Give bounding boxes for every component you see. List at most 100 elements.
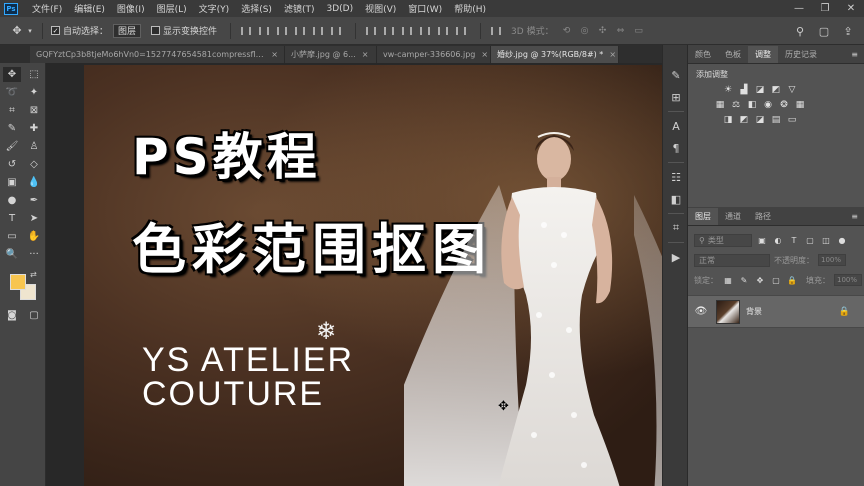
- menu-type[interactable]: 文字(Y): [199, 2, 230, 15]
- levels-icon[interactable]: ▟: [738, 84, 750, 95]
- align-center-icon[interactable]: [257, 25, 271, 37]
- restore-button[interactable]: ❐: [812, 0, 838, 17]
- dodge-tool-icon[interactable]: ●: [3, 193, 21, 208]
- crop-panel-icon[interactable]: ⌗: [663, 218, 689, 238]
- layer-row-background[interactable]: 👁 背景 🔒: [688, 295, 864, 328]
- blend-mode-dropdown[interactable]: 正常: [694, 253, 770, 267]
- close-button[interactable]: ✕: [838, 0, 864, 17]
- workspace-icon[interactable]: ▢: [816, 23, 832, 39]
- color-lookup-icon[interactable]: ▦: [794, 99, 806, 110]
- filter-toggle-icon[interactable]: ●: [836, 235, 848, 246]
- lock-paint-icon[interactable]: ✎: [738, 275, 750, 286]
- tab-history[interactable]: 历史记录: [778, 46, 824, 63]
- show-transform-checkbox[interactable]: [151, 26, 161, 35]
- distribute-top-icon[interactable]: [364, 25, 378, 37]
- hue-saturation-icon[interactable]: ▦: [714, 99, 726, 110]
- menu-edit[interactable]: 编辑(E): [74, 2, 105, 15]
- 3d-scale-icon[interactable]: ▭: [632, 25, 646, 37]
- zoom-tool-icon[interactable]: 🔍: [3, 247, 21, 262]
- align-right-icon[interactable]: [275, 25, 289, 37]
- properties-panel-icon[interactable]: ☷: [663, 167, 689, 187]
- curves-icon[interactable]: ◪: [754, 84, 766, 95]
- character-panel-icon[interactable]: A: [663, 116, 689, 136]
- menu-file[interactable]: 文件(F): [32, 2, 62, 15]
- pen-tool-icon[interactable]: ✒: [25, 193, 43, 208]
- hand-tool-icon[interactable]: ✋: [25, 229, 43, 244]
- quick-mask-icon[interactable]: ◙: [3, 308, 21, 323]
- panel-menu-icon[interactable]: ≡: [851, 50, 858, 59]
- layer-filter-dropdown[interactable]: ⚲ 类型: [694, 233, 752, 247]
- distribute-bottom-icon[interactable]: [400, 25, 414, 37]
- swap-colors-icon[interactable]: ⇄: [30, 270, 37, 279]
- paragraph-panel-icon[interactable]: ¶: [663, 138, 689, 158]
- clone-stamp-tool-icon[interactable]: ♙: [25, 139, 43, 154]
- blur-tool-icon[interactable]: 💧: [25, 175, 43, 190]
- tab-swatches[interactable]: 色板: [718, 46, 748, 63]
- chevron-down-icon[interactable]: ▾: [26, 24, 34, 38]
- libraries-panel-icon[interactable]: ◧: [663, 189, 689, 209]
- type-filter-icon[interactable]: T: [788, 235, 800, 246]
- align-bottom-icon[interactable]: [329, 25, 343, 37]
- align-left-icon[interactable]: [239, 25, 253, 37]
- exposure-icon[interactable]: ◩: [770, 84, 782, 95]
- opacity-field[interactable]: 100%: [818, 254, 846, 266]
- tab-adjustments[interactable]: 调整: [748, 46, 778, 63]
- 3d-roll-icon[interactable]: ◎: [578, 25, 592, 37]
- brush-tool-icon[interactable]: 🖌: [3, 139, 21, 154]
- auto-select-checkbox[interactable]: ✓: [51, 26, 60, 35]
- pixel-filter-icon[interactable]: ▣: [756, 235, 768, 246]
- brush-presets-icon[interactable]: ⊞: [663, 87, 689, 107]
- lock-position-icon[interactable]: ✥: [754, 275, 766, 286]
- type-tool-icon[interactable]: T: [3, 211, 21, 226]
- menu-image[interactable]: 图像(I): [117, 2, 145, 15]
- lasso-tool-icon[interactable]: ➰: [3, 85, 21, 100]
- history-brush-tool-icon[interactable]: ↺: [3, 157, 21, 172]
- vibrance-icon[interactable]: ▽: [786, 84, 798, 95]
- tab-color[interactable]: 颜色: [688, 46, 718, 63]
- tab-document-2[interactable]: 小萨摩.jpg @ 6... ×: [285, 46, 377, 63]
- close-icon[interactable]: ×: [609, 50, 616, 59]
- panel-menu-icon[interactable]: ≡: [851, 212, 858, 221]
- menu-window[interactable]: 窗口(W): [408, 2, 442, 15]
- screen-mode-icon[interactable]: ▢: [25, 308, 43, 323]
- actions-panel-icon[interactable]: ▶: [663, 247, 689, 267]
- auto-select-target-dropdown[interactable]: 图层: [113, 23, 142, 38]
- 3d-orbit-icon[interactable]: ⟲: [560, 25, 574, 37]
- tab-document-1[interactable]: GQFYztCp3b8tjeMo6hVn0=1527747654581compr…: [30, 46, 285, 63]
- color-balance-icon[interactable]: ⚖: [730, 99, 742, 110]
- crop-tool-icon[interactable]: ⌗: [3, 103, 21, 118]
- gradient-map-icon[interactable]: ▭: [786, 114, 798, 125]
- distribute-center-icon[interactable]: [436, 25, 450, 37]
- lock-artboard-icon[interactable]: ▢: [770, 275, 782, 286]
- eyedropper-tool-icon[interactable]: ✎: [3, 121, 21, 136]
- brush-settings-icon[interactable]: ✎: [663, 65, 689, 85]
- marquee-tool-icon[interactable]: ⬚: [25, 67, 43, 82]
- brightness-contrast-icon[interactable]: ☀: [722, 84, 734, 95]
- fill-field[interactable]: 100%: [834, 274, 862, 286]
- distribute-right-icon[interactable]: [454, 25, 468, 37]
- threshold-icon[interactable]: ◪: [754, 114, 766, 125]
- 3d-slide-icon[interactable]: ⇔: [614, 25, 628, 37]
- tab-document-active[interactable]: 婚纱.jpg @ 37%(RGB/8#) * ×: [491, 46, 619, 63]
- canvas-area[interactable]: PS教程 色彩范围抠图 ❄ YS ATELIER COUTURE ✥: [46, 63, 662, 486]
- align-top-icon[interactable]: [293, 25, 307, 37]
- tab-paths[interactable]: 路径: [748, 208, 778, 225]
- tab-channels[interactable]: 通道: [718, 208, 748, 225]
- tab-layers[interactable]: 图层: [688, 208, 718, 225]
- move-tool-icon[interactable]: ✥: [3, 67, 21, 82]
- eye-icon[interactable]: 👁: [692, 306, 710, 317]
- magic-wand-tool-icon[interactable]: ✦: [25, 85, 43, 100]
- posterize-icon[interactable]: ◩: [738, 114, 750, 125]
- frame-tool-icon[interactable]: ⊠: [25, 103, 43, 118]
- share-icon[interactable]: ⇪: [840, 23, 856, 39]
- minimize-button[interactable]: —: [786, 0, 812, 17]
- menu-select[interactable]: 选择(S): [241, 2, 272, 15]
- menu-help[interactable]: 帮助(H): [454, 2, 486, 15]
- 3d-pan-icon[interactable]: ✣: [596, 25, 610, 37]
- invert-icon[interactable]: ◨: [722, 114, 734, 125]
- selective-color-icon[interactable]: ▤: [770, 114, 782, 125]
- auto-align-icon[interactable]: [489, 25, 503, 37]
- more-tools-icon[interactable]: ···: [25, 247, 43, 262]
- channel-mixer-icon[interactable]: ❂: [778, 99, 790, 110]
- close-icon[interactable]: ×: [481, 50, 488, 59]
